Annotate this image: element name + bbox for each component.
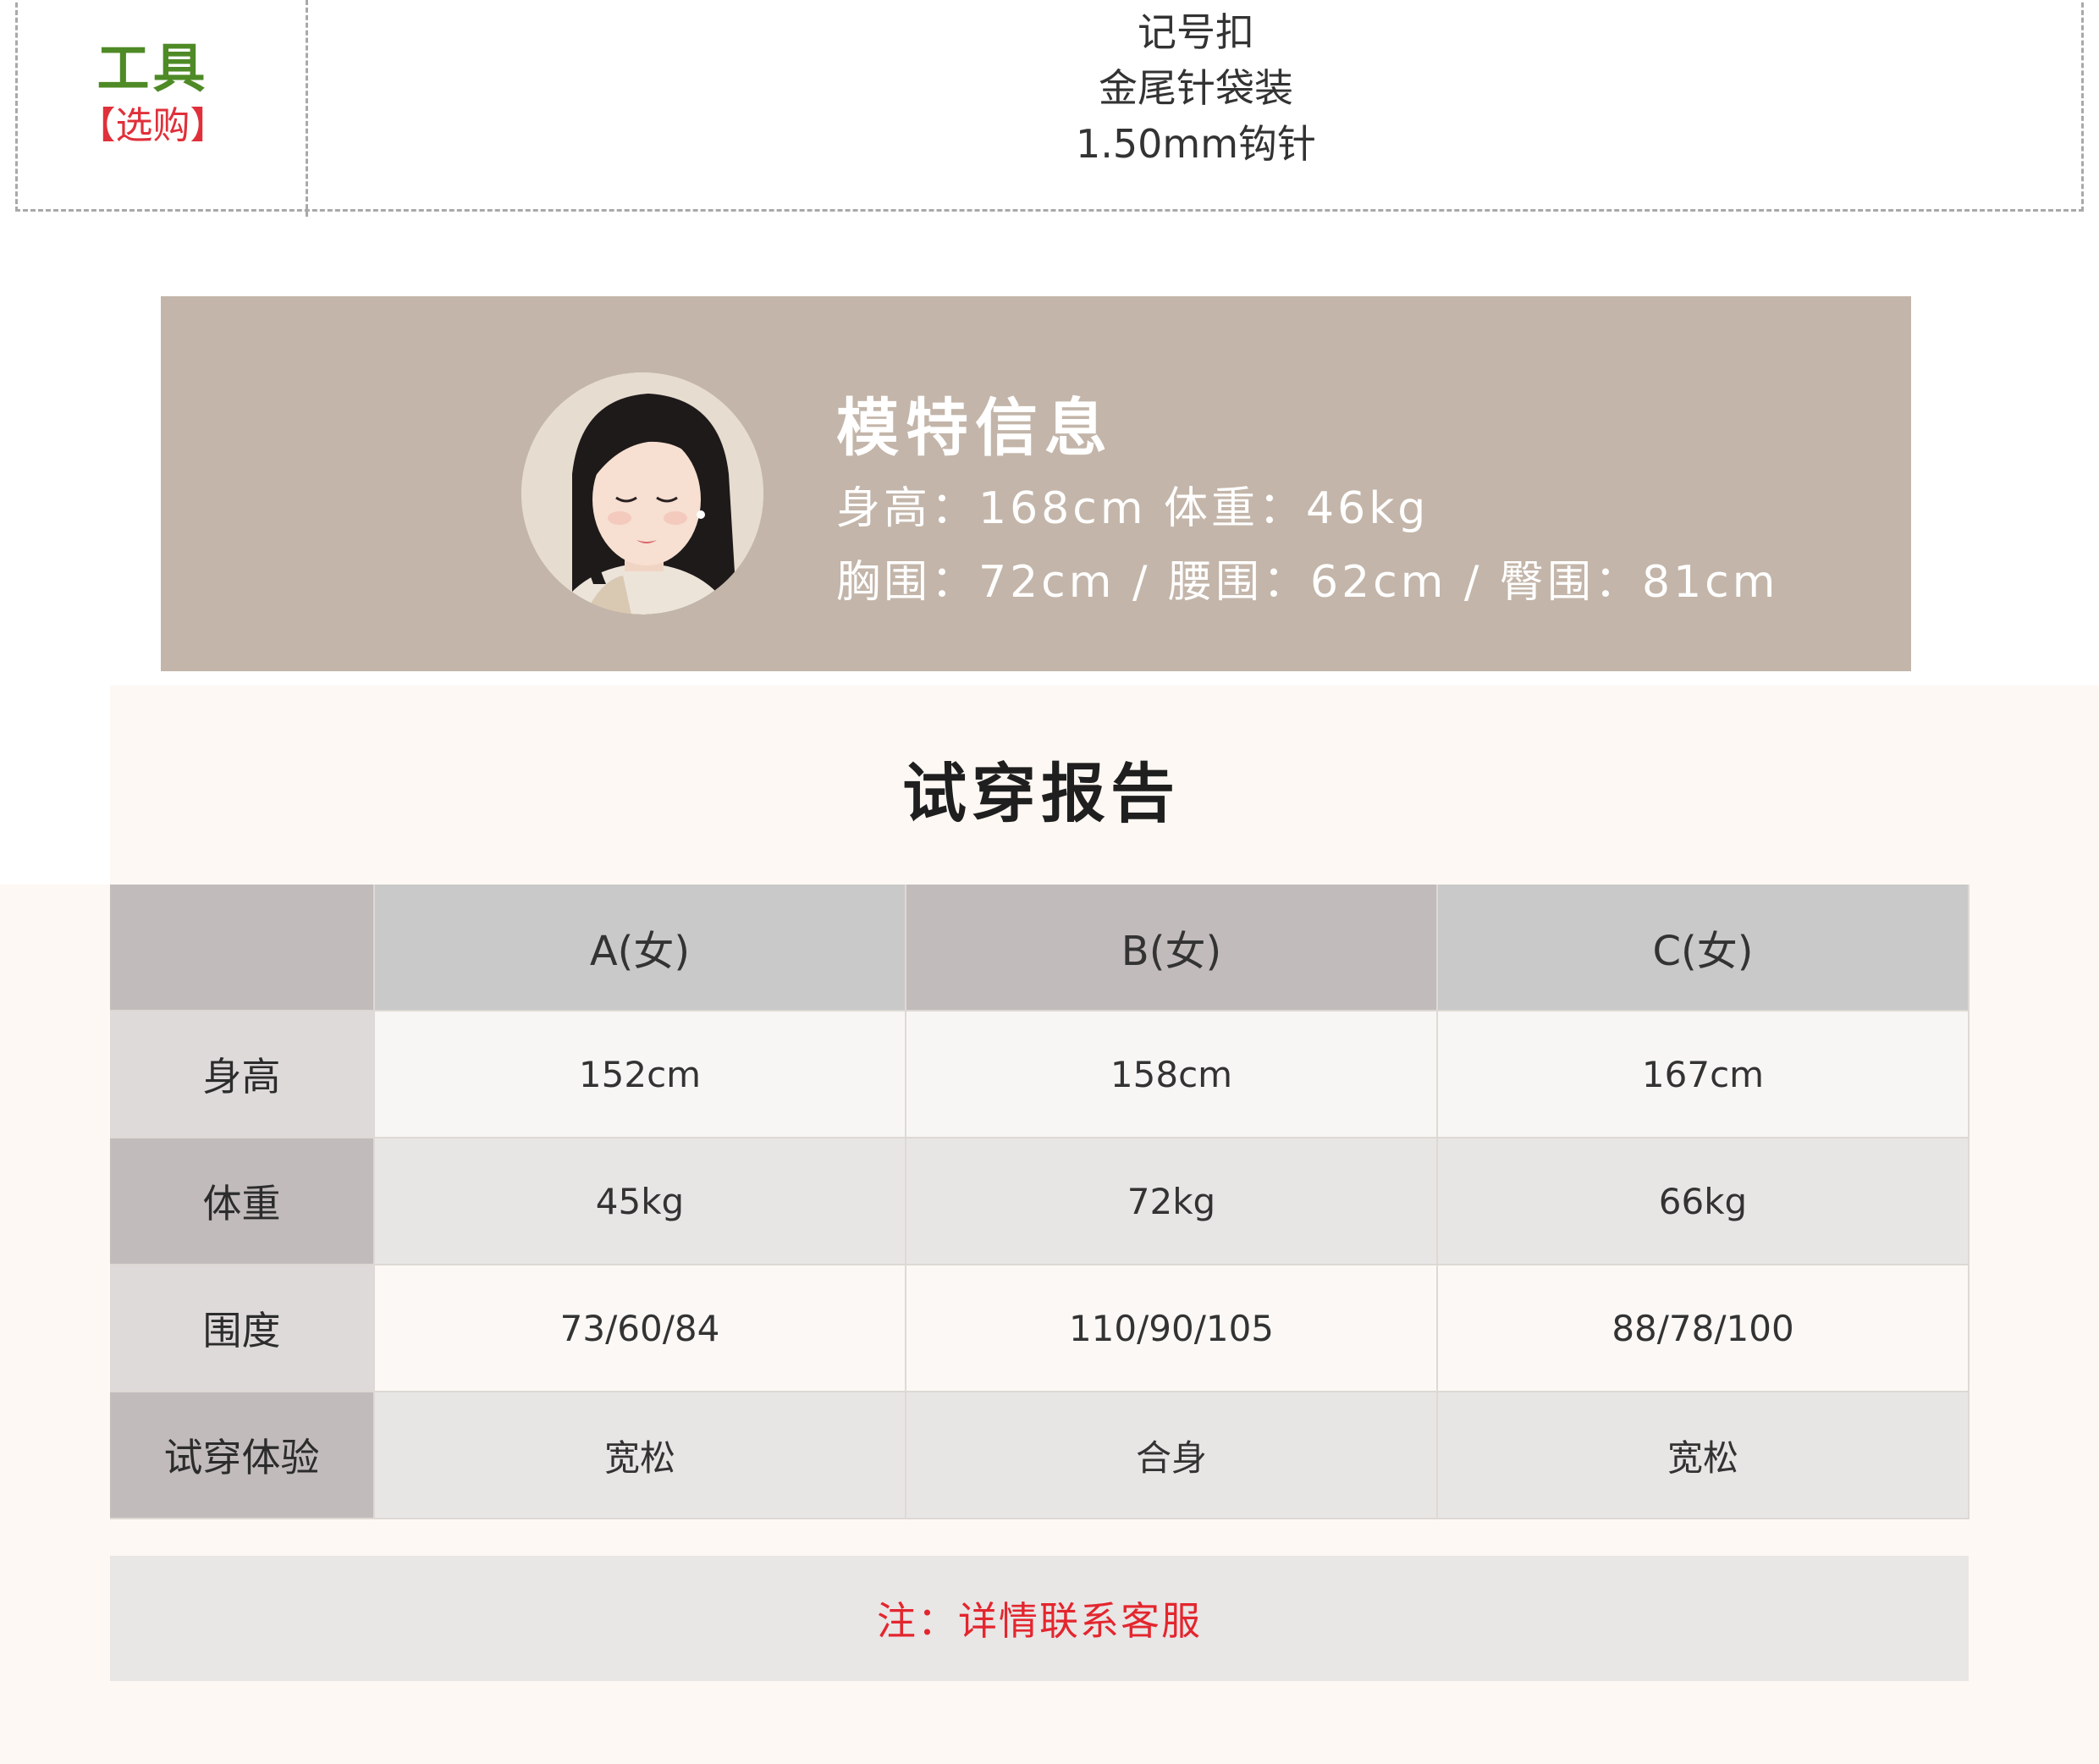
table-header-row: A(女) B(女) C(女) [110,885,1970,1011]
table-row: 体重 45kg 72kg 66kg [110,1138,1970,1265]
table-cell: 167cm [1437,1011,1970,1138]
tool-item: 记号扣 [1138,9,1254,55]
tool-item: 1.50mm钩针 [1075,121,1317,167]
tool-item: 金尾针袋装 [1099,65,1293,111]
note-text: 注：详情联系客服 [877,1598,1202,1644]
model-portrait-illustration [521,372,763,615]
table-header-b: B(女) [906,885,1438,1011]
table-cell: 152cm [374,1011,906,1138]
table-row: 身高 152cm 158cm 167cm [110,1011,1970,1138]
table-cell: 158cm [906,1011,1438,1138]
table-cell: 45kg [374,1138,906,1265]
fitting-report-table: A(女) B(女) C(女) 身高 152cm 158cm 167cm 体重 4… [110,885,1970,1519]
model-measurements: 胸围：72cm / 腰围：62cm / 臀围：81cm [836,557,1779,608]
model-info-title: 模特信息 [836,392,1114,465]
table-row: 试穿体验 宽松 合身 宽松 [110,1392,1970,1519]
table-cell: 宽松 [374,1392,906,1519]
tools-label: 工具 [96,37,209,99]
table-cell: 88/78/100 [1437,1265,1970,1392]
table-cell: 宽松 [1437,1392,1970,1519]
table-header-a: A(女) [374,885,906,1011]
row-label-measurements: 围度 [110,1265,375,1392]
report-background-left [0,885,110,1764]
table-cell: 72kg [906,1138,1438,1265]
table-cell: 110/90/105 [906,1265,1438,1392]
row-label-weight: 体重 [110,1138,375,1265]
row-label-height: 身高 [110,1011,375,1138]
table-row: 围度 73/60/84 110/90/105 88/78/100 [110,1265,1970,1392]
tools-optional-label: 【选购】 [78,104,228,147]
note-bar: 注：详情联系客服 [110,1556,1969,1681]
row-label-fit: 试穿体验 [110,1392,375,1519]
table-cell: 合身 [906,1392,1438,1519]
model-height-weight: 身高：168cm 体重：46kg [836,483,1430,534]
table-header-corner [110,885,375,1011]
table-header-c: C(女) [1437,885,1970,1011]
report-title: 试穿报告 [902,756,1180,831]
model-avatar [521,372,763,615]
table-cell: 66kg [1437,1138,1970,1265]
model-info-card: 模特信息 身高：168cm 体重：46kg 胸围：72cm / 腰围：62cm … [161,296,1911,671]
table-cell: 73/60/84 [374,1265,906,1392]
